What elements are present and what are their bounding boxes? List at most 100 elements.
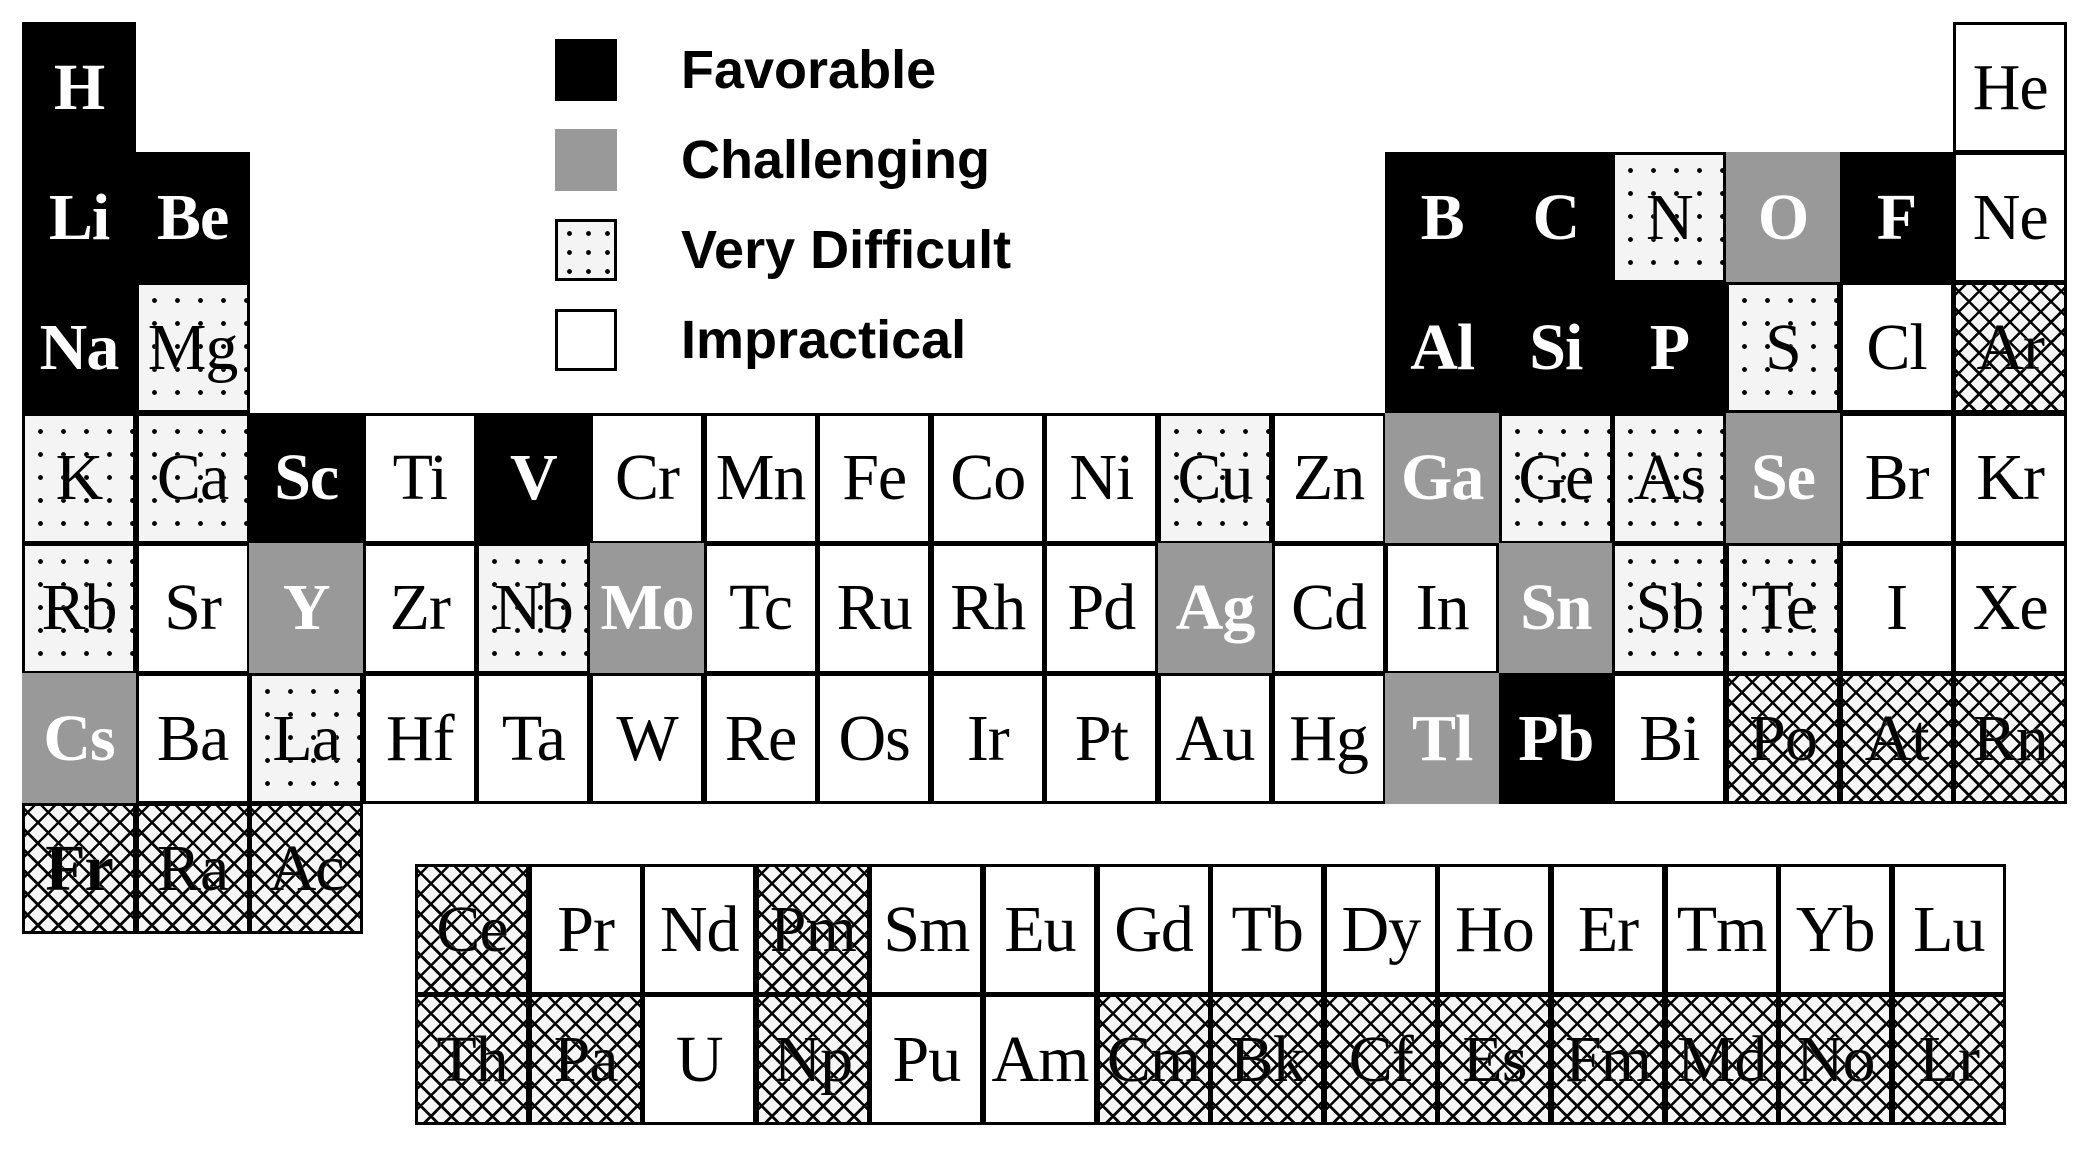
element-symbol: Fr bbox=[45, 831, 114, 905]
element-symbol: Mg bbox=[147, 310, 239, 384]
element-cell-md: Md bbox=[1664, 994, 1779, 1126]
element-cell-ag: Ag bbox=[1158, 542, 1272, 674]
periodic-table: Favorable Challenging Very Difficult Imp… bbox=[0, 0, 2086, 1149]
element-cell-bi: Bi bbox=[1612, 673, 1727, 804]
element-symbol: Br bbox=[1864, 441, 1930, 515]
element-symbol: Ac bbox=[268, 831, 345, 905]
element-symbol: Rn bbox=[1972, 701, 2049, 775]
element-cell-sn: Sn bbox=[1498, 542, 1613, 674]
element-symbol: Ca bbox=[156, 441, 229, 515]
element-cell-ne: Ne bbox=[1953, 152, 2068, 284]
element-symbol: Si bbox=[1529, 310, 1583, 384]
legend-swatch-favorable bbox=[555, 39, 617, 101]
element-symbol: Rh bbox=[950, 571, 1026, 645]
element-cell-n: N bbox=[1612, 152, 1727, 284]
element-cell-w: W bbox=[590, 673, 704, 804]
element-symbol: Se bbox=[1751, 441, 1816, 515]
element-symbol: Au bbox=[1175, 701, 1256, 775]
legend-label: Very Difficult bbox=[681, 220, 1012, 280]
element-symbol: Na bbox=[39, 310, 120, 384]
element-cell-c: C bbox=[1498, 152, 1613, 284]
element-symbol: Y bbox=[282, 571, 331, 645]
element-cell-lu: Lu bbox=[1891, 864, 2006, 995]
element-cell-sb: Sb bbox=[1612, 542, 1727, 674]
element-symbol: Cd bbox=[1291, 571, 1367, 645]
element-cell-ta: Ta bbox=[476, 673, 591, 804]
element-cell-cs: Cs bbox=[22, 673, 136, 804]
element-symbol: C bbox=[1532, 180, 1580, 254]
element-symbol: N bbox=[1646, 180, 1694, 254]
element-cell-cm: Cm bbox=[1096, 994, 1211, 1126]
element-symbol: He bbox=[1972, 50, 2049, 124]
element-symbol: Pm bbox=[769, 892, 857, 966]
element-symbol: Re bbox=[724, 701, 797, 775]
element-symbol: Te bbox=[1751, 571, 1815, 645]
element-cell-dy: Dy bbox=[1323, 864, 1438, 995]
element-symbol: Fe bbox=[842, 441, 907, 515]
element-symbol: I bbox=[1886, 571, 1908, 645]
element-cell-ti: Ti bbox=[362, 412, 477, 544]
element-cell-se: Se bbox=[1726, 412, 1840, 544]
element-cell-cf: Cf bbox=[1323, 994, 1438, 1126]
element-cell-nb: Nb bbox=[476, 542, 591, 674]
element-cell-ac: Ac bbox=[249, 803, 364, 935]
element-cell-tc: Tc bbox=[703, 542, 818, 674]
element-symbol: Ag bbox=[1175, 571, 1256, 645]
element-symbol: Ce bbox=[436, 892, 508, 966]
element-cell-rn: Rn bbox=[1953, 673, 2068, 804]
element-cell-pu: Pu bbox=[869, 994, 984, 1126]
element-cell-hg: Hg bbox=[1271, 673, 1386, 804]
element-symbol: Sc bbox=[274, 441, 339, 515]
element-symbol: Co bbox=[950, 441, 1026, 515]
element-symbol: Ge bbox=[1518, 441, 1594, 515]
element-symbol: Po bbox=[1749, 701, 1818, 775]
element-symbol: Nb bbox=[494, 571, 574, 645]
element-cell-p: P bbox=[1612, 282, 1727, 414]
element-cell-tl: Tl bbox=[1385, 673, 1500, 804]
legend-item-impractical: Impractical bbox=[555, 308, 966, 372]
element-symbol: Hg bbox=[1289, 701, 1369, 775]
element-cell-ar: Ar bbox=[1953, 282, 2068, 414]
element-symbol: Mo bbox=[600, 571, 694, 645]
element-symbol: In bbox=[1415, 571, 1470, 645]
element-cell-th: Th bbox=[415, 994, 529, 1126]
element-symbol: Bk bbox=[1229, 1022, 1306, 1096]
element-symbol: Tb bbox=[1231, 892, 1304, 966]
element-cell-li: Li bbox=[22, 152, 136, 284]
element-cell-ba: Ba bbox=[135, 673, 250, 804]
element-symbol: Cr bbox=[615, 441, 680, 515]
element-symbol: Zn bbox=[1292, 441, 1365, 515]
element-symbol: Ti bbox=[392, 441, 448, 515]
element-symbol: Lu bbox=[1913, 892, 1985, 966]
element-symbol: Ir bbox=[966, 701, 1010, 775]
element-symbol: Tm bbox=[1676, 892, 1768, 966]
element-cell-o: O bbox=[1726, 152, 1840, 284]
element-symbol: V bbox=[510, 441, 558, 515]
element-cell-pm: Pm bbox=[755, 864, 870, 995]
element-cell-cd: Cd bbox=[1271, 542, 1386, 674]
element-symbol: Pb bbox=[1518, 701, 1594, 775]
element-symbol: Zr bbox=[389, 571, 451, 645]
element-cell-ce: Ce bbox=[415, 864, 529, 995]
element-cell-si: Si bbox=[1498, 282, 1613, 414]
element-symbol: Ru bbox=[836, 571, 913, 645]
element-cell-nd: Nd bbox=[642, 864, 757, 995]
element-cell-ni: Ni bbox=[1044, 412, 1159, 544]
legend-item-challenging: Challenging bbox=[555, 128, 990, 192]
element-symbol: At bbox=[1864, 701, 1930, 775]
element-cell-u: U bbox=[642, 994, 757, 1126]
element-cell-rh: Rh bbox=[930, 542, 1045, 674]
element-symbol: Tc bbox=[729, 571, 793, 645]
element-symbol: Li bbox=[48, 180, 110, 254]
element-cell-re: Re bbox=[703, 673, 818, 804]
element-symbol: Ba bbox=[156, 701, 229, 775]
element-cell-h: H bbox=[22, 22, 136, 153]
element-cell-be: Be bbox=[135, 152, 250, 284]
element-cell-f: F bbox=[1839, 152, 1954, 284]
element-cell-lr: Lr bbox=[1891, 994, 2006, 1126]
element-cell-cl: Cl bbox=[1839, 282, 1954, 414]
element-cell-pd: Pd bbox=[1044, 542, 1159, 674]
element-symbol: O bbox=[1757, 180, 1809, 254]
element-cell-os: Os bbox=[817, 673, 932, 804]
element-symbol: Xe bbox=[1972, 571, 2049, 645]
